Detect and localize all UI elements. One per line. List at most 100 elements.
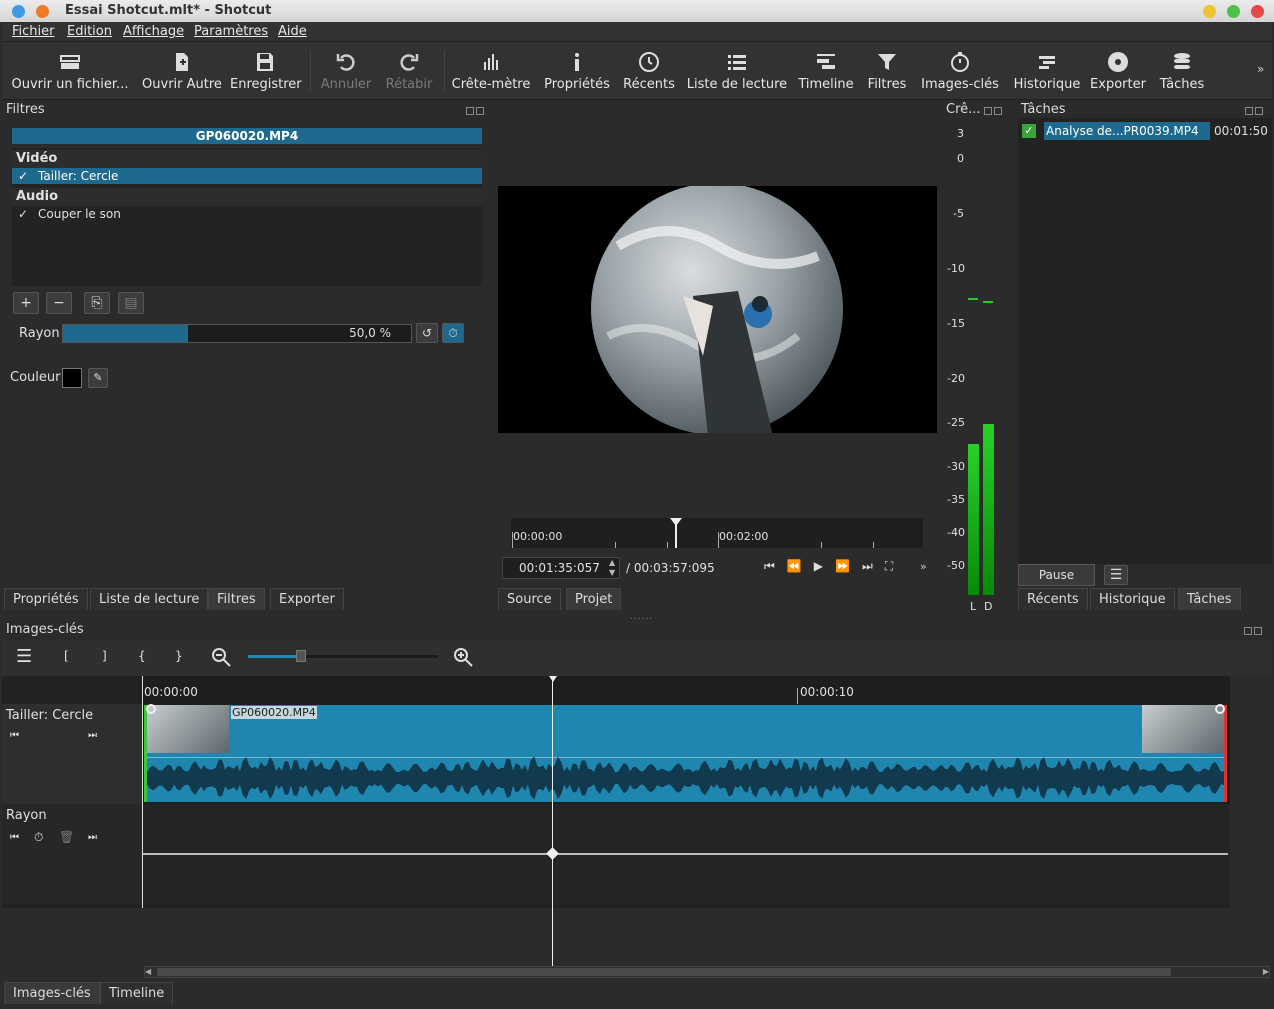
zoom-in-icon[interactable] [452,646,476,670]
delete-keyframe-icon[interactable]: 🗑 [59,830,74,844]
prev-keyframe-icon[interactable]: ⏮ [10,730,19,741]
set-keyframes-start-icon[interactable]: { [138,649,146,663]
tab-filters[interactable]: Filtres [208,588,265,610]
scroll-left-icon[interactable]: ◀ [145,967,151,977]
timeline-playhead[interactable] [552,676,553,966]
prev-keyframe-icon[interactable]: ⏮ [10,832,19,843]
dock-float-close-icon[interactable] [466,104,486,116]
playlist-button[interactable]: Liste de lecture [686,42,788,100]
fast-forward-icon[interactable]: ⏩ [835,559,862,573]
close-button[interactable] [1251,5,1264,18]
tab-export[interactable]: Exporter [270,588,344,610]
scrollbar-thumb[interactable] [157,968,1171,976]
checkbox-icon[interactable]: ✓ [18,168,28,184]
properties-button[interactable]: Propriétés [540,42,614,100]
clip-name-label: GP060020.MP4 [231,706,317,719]
zoom-fit-icon[interactable]: ⛶ [885,559,905,573]
jobs-button[interactable]: Tâches [1154,42,1210,100]
zoom-out-icon[interactable] [210,646,234,670]
rewind-icon[interactable]: ⏪ [787,559,814,573]
maximize-button[interactable] [1227,5,1240,18]
redo-button[interactable]: Rétabir [380,42,438,100]
menu-affichage[interactable]: Affichage [123,24,184,39]
radius-slider[interactable]: 50,0 % [62,324,412,343]
zoom-slider-handle[interactable] [296,650,306,662]
zoom-slider[interactable] [248,650,438,662]
tab-jobs[interactable]: Tâches [1178,588,1241,610]
open-file-button[interactable]: Ouvrir un fichier... [8,42,132,100]
skip-start-icon[interactable]: ⏮ [764,559,787,573]
window-menu-dot[interactable] [12,5,25,18]
keyframe-stopwatch-icon[interactable]: ⏱ [442,323,464,343]
export-button[interactable]: Exporter [1088,42,1148,100]
menu-fichier[interactable]: Fichier [12,24,55,39]
undo-button[interactable]: Annuler [316,42,376,100]
skip-end-icon[interactable]: ⏭ [862,559,885,573]
player-overflow-icon[interactable]: » [920,560,927,573]
tab-playlist[interactable]: Liste de lecture [90,588,209,610]
playhead-handle-icon[interactable] [549,676,557,682]
pause-button[interactable]: Pause [1018,564,1095,586]
dock-float-close-icon[interactable] [984,104,1004,116]
dock-float-close-icon[interactable] [1244,624,1264,636]
color-label: Couleur [10,370,61,385]
timeline-clip[interactable]: GP060020.MP4 [144,704,1227,802]
checkbox-icon[interactable]: ✓ [18,206,28,222]
eyedropper-icon[interactable]: ✎ [88,368,108,388]
ruler-start-time: 00:00:00 [513,530,563,543]
next-keyframe-icon[interactable]: ⏭ [88,730,97,741]
set-filter-end-icon[interactable]: ] [102,649,107,663]
tab-timeline[interactable]: Timeline [100,982,174,1004]
menu-parametres[interactable]: Paramètres [194,24,268,39]
playhead-handle-icon[interactable] [670,518,682,526]
window-title: Essai Shotcut.mlt* - Shotcut [65,3,272,18]
keyframes-button[interactable]: Images-clés [920,42,1000,100]
set-keyframes-end-icon[interactable]: } [175,649,183,663]
jobs-menu-icon[interactable]: ☰ [1104,565,1128,585]
timeline-button[interactable]: Timeline [796,42,856,100]
open-other-button[interactable]: Ouvrir Autre [138,42,226,100]
filters-button[interactable]: Filtres [864,42,910,100]
tab-properties[interactable]: Propriétés [4,588,88,610]
tab-project[interactable]: Projet [566,588,622,610]
keyframes-menu-icon[interactable]: ☰ [16,646,32,667]
paste-filter-button[interactable]: ▤ [118,292,144,314]
timecode-input[interactable]: 00:01:35:057 ▲ ▼ [502,557,620,579]
tab-keyframes[interactable]: Images-clés [4,982,100,1004]
menu-aide[interactable]: Aide [278,24,307,39]
keyframe-curve[interactable] [142,853,1228,855]
horizontal-scrollbar[interactable]: ◀ ▶ [144,966,1270,978]
recent-button[interactable]: Récents [620,42,678,100]
video-preview[interactable] [498,186,937,433]
tab-history[interactable]: Historique [1090,588,1175,610]
history-button[interactable]: Historique [1008,42,1086,100]
dock-float-close-icon[interactable] [1245,104,1265,116]
scroll-right-icon[interactable]: ▶ [1263,967,1269,977]
time-ruler[interactable]: 00:00:00 00:00:10 [142,676,1230,704]
play-icon[interactable]: ▶ [814,559,835,573]
fade-out-handle[interactable] [1215,704,1225,714]
reset-icon[interactable]: ↺ [416,323,438,343]
filter-item-crop-circle[interactable]: ✓ Tailler: Cercle [12,168,482,184]
copy-filter-button[interactable]: ⎘ [84,292,110,314]
timecode-spinner-icon[interactable]: ▲ ▼ [609,558,615,578]
window-pin-dot[interactable] [36,5,49,18]
peak-meter-button[interactable]: Crête-mètre [450,42,532,100]
menu-edition[interactable]: Edition [67,24,112,39]
next-keyframe-icon[interactable]: ⏭ [88,832,97,843]
tab-recent[interactable]: Récents [1018,588,1088,610]
job-name[interactable]: Analyse de...PR0039.MP4 [1044,122,1210,140]
minimize-button[interactable] [1203,5,1216,18]
save-button[interactable]: Enregistrer [230,42,302,100]
color-swatch[interactable] [62,368,82,388]
filter-item-mute[interactable]: ✓ Couper le son [12,206,482,222]
toolbar-separator [310,50,311,92]
fade-in-handle[interactable] [146,704,156,714]
toolbar-overflow-icon[interactable]: » [1257,62,1264,76]
remove-filter-button[interactable]: − [46,292,72,314]
keyframe-stopwatch-icon[interactable]: ⏱ [34,830,43,845]
player-scrubber[interactable]: 00:00:00 00:02:00 [511,518,923,548]
tab-source[interactable]: Source [498,588,561,610]
set-filter-start-icon[interactable]: [ [64,649,69,663]
add-filter-button[interactable]: + [13,292,39,314]
